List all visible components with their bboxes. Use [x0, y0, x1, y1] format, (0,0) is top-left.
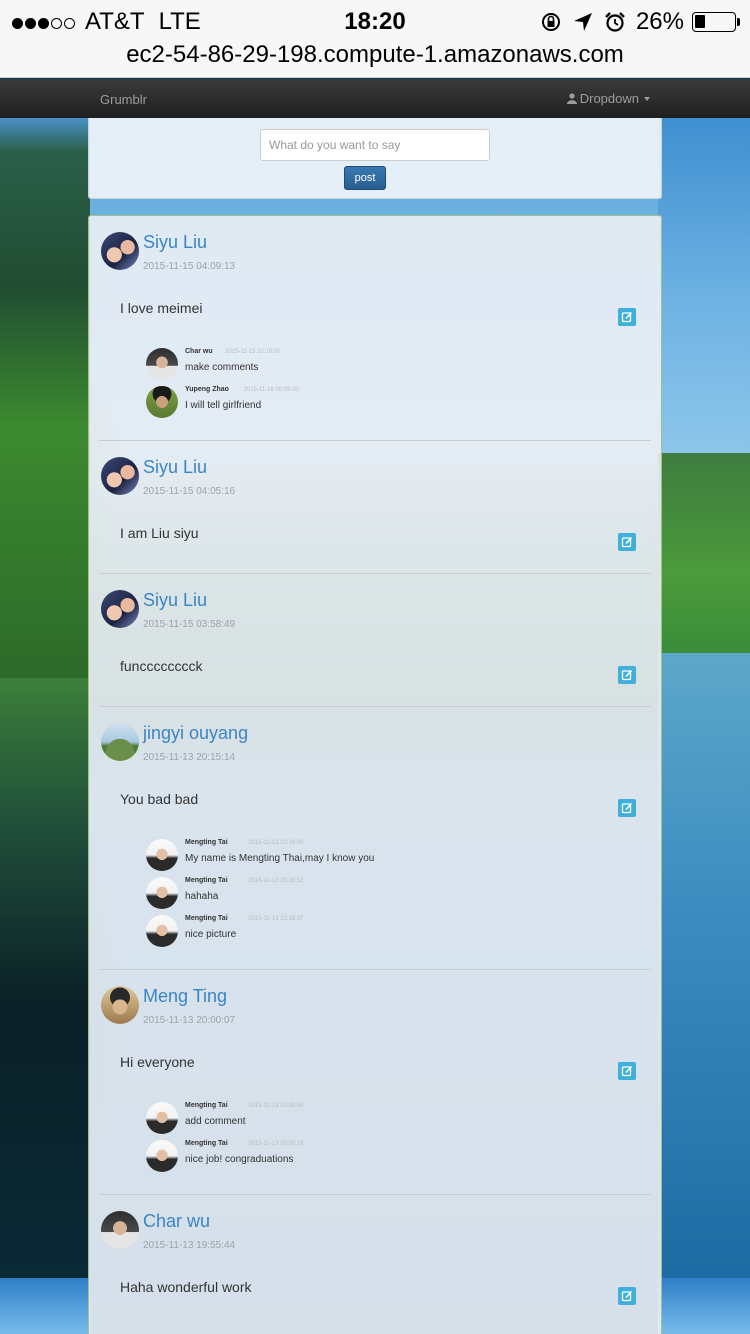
comment-author[interactable]: Mengting Tai — [185, 877, 228, 884]
comment-avatar[interactable] — [146, 1140, 178, 1172]
comment-item: Mengting Tai 2015-11-13 20:16:52 hahaha — [146, 877, 626, 911]
comment-avatar[interactable] — [146, 915, 178, 947]
edit-icon[interactable] — [618, 666, 636, 684]
avatar[interactable] — [101, 723, 139, 761]
post-item: Siyu Liu 2015-11-15 03:58:49 funcccccccck — [89, 574, 663, 707]
post-input[interactable] — [260, 129, 490, 161]
navbar: Grumblr Dropdown — [0, 79, 750, 118]
post-item: Siyu Liu 2015-11-15 04:09:13 I love meimei… — [89, 216, 663, 441]
comment-timestamp: 2015-11-13 20:30:16 — [248, 1141, 304, 1147]
post-item: Meng Ting 2015-11-13 20:00:07 Hi everyone M… — [89, 970, 663, 1195]
comment-avatar[interactable] — [146, 877, 178, 909]
post-text: I am Liu siyu — [120, 525, 199, 541]
post-text: Haha wonderful work — [120, 1279, 252, 1295]
post-author-link[interactable]: Siyu Liu — [143, 590, 207, 611]
avatar[interactable] — [101, 590, 139, 628]
user-dropdown[interactable]: Dropdown — [566, 91, 650, 106]
post-timestamp: 2015-11-13 20:00:07 — [143, 1015, 236, 1026]
comment-text: add comment — [185, 1116, 246, 1127]
avatar[interactable] — [101, 986, 139, 1024]
url-bar[interactable]: ec2-54-86-29-198.compute-1.amazonaws.com — [0, 40, 750, 78]
post-timestamp: 2015-11-15 03:58:49 — [143, 619, 236, 630]
comment-item: Mengting Tai 2015-11-13 22:16:37 nice pict… — [146, 915, 626, 949]
comment-author[interactable]: Mengting Tai — [185, 839, 228, 846]
post-timestamp: 2015-11-15 04:09:13 — [143, 261, 236, 272]
rotation-lock-icon — [541, 13, 560, 31]
comment-avatar[interactable] — [146, 348, 178, 380]
comment-timestamp: 2015-11-15 22:10:00 — [225, 349, 281, 355]
edit-icon[interactable] — [618, 1062, 636, 1080]
post-timestamp: 2015-11-15 04:05:16 — [143, 486, 236, 497]
comment-text: I will tell girlfriend — [185, 400, 262, 411]
comment-text: nice job! congraduations — [185, 1154, 294, 1165]
post-author-link[interactable]: Meng Ting — [143, 986, 227, 1007]
comment-item: Mengting Tai 2015-11-13 20:30:16 nice job!… — [146, 1140, 626, 1174]
avatar[interactable] — [101, 1211, 139, 1249]
post-text: Hi everyone — [120, 1054, 195, 1070]
comment-avatar[interactable] — [146, 1102, 178, 1134]
compose-panel: post — [88, 118, 662, 199]
comment-item: Char wu 2015-11-15 22:10:00 make comments — [146, 348, 626, 382]
comment-item: Mengting Tai 2015-11-13 20:16:00 My name i… — [146, 839, 626, 873]
post-button[interactable]: post — [344, 166, 386, 190]
post-item: Char wu 2015-11-13 19:55:44 Haha wonderful… — [89, 1195, 663, 1334]
avatar[interactable] — [101, 457, 139, 495]
post-item: Siyu Liu 2015-11-15 04:05:16 I am Liu siyu — [89, 441, 663, 574]
comment-text: make comments — [185, 362, 259, 373]
comment-timestamp: 2015-11-13 20:28:08 — [248, 1103, 304, 1109]
comment-author[interactable]: Mengting Tai — [185, 1102, 228, 1109]
user-icon — [566, 93, 577, 104]
post-author-link[interactable]: Siyu Liu — [143, 232, 207, 253]
brand-link[interactable]: Grumblr — [100, 92, 147, 107]
comment-avatar[interactable] — [146, 839, 178, 871]
comment-text: hahaha — [185, 891, 219, 902]
comment-text: nice picture — [185, 929, 237, 940]
comment-avatar[interactable] — [146, 386, 178, 418]
status-bar: AT&T LTE 18:20 26% — [0, 0, 750, 40]
comment-text: My name is Mengting Thai,may I know you — [185, 853, 375, 864]
comment-timestamp: 2015-11-13 22:16:37 — [248, 916, 304, 922]
avatar[interactable] — [101, 232, 139, 270]
feed: Siyu Liu 2015-11-15 04:09:13 I love meimei… — [88, 215, 662, 1334]
edit-icon[interactable] — [618, 799, 636, 817]
edit-icon[interactable] — [618, 1287, 636, 1305]
edit-icon[interactable] — [618, 533, 636, 551]
url-text: ec2-54-86-29-198.compute-1.amazonaws.com — [126, 41, 624, 68]
comment-author[interactable]: Mengting Tai — [185, 915, 228, 922]
comment-timestamp: 2015-11-13 20:16:52 — [248, 878, 304, 884]
comment-item: Mengting Tai 2015-11-13 20:28:08 add comme… — [146, 1102, 626, 1136]
comment-author[interactable]: Char wu — [185, 348, 213, 355]
edit-icon[interactable] — [618, 308, 636, 326]
post-timestamp: 2015-11-13 20:15:14 — [143, 752, 236, 763]
battery-percent: 26% — [635, 8, 684, 35]
comment-item: Yupeng Zhao 2015-11-16 00:09:00 I will tel… — [146, 386, 626, 420]
post-author-link[interactable]: Siyu Liu — [143, 457, 207, 478]
post-timestamp: 2015-11-13 19:55:44 — [143, 1240, 236, 1251]
post-text: funcccccccck — [120, 658, 203, 674]
post-text: I love meimei — [120, 300, 203, 316]
post-text: You bad bad — [120, 791, 199, 807]
dropdown-label: Dropdown — [579, 91, 639, 106]
comment-author[interactable]: Mengting Tai — [185, 1140, 228, 1147]
post-item: jingyi ouyang 2015-11-13 20:15:14 You bad … — [89, 707, 663, 970]
caret-down-icon — [644, 96, 650, 101]
battery-icon — [692, 12, 740, 32]
alarm-icon — [605, 12, 625, 32]
post-author-link[interactable]: Char wu — [143, 1211, 210, 1232]
location-arrow-icon — [573, 13, 592, 31]
comment-timestamp: 2015-11-16 00:09:00 — [243, 387, 299, 393]
post-author-link[interactable]: jingyi ouyang — [143, 723, 248, 744]
comment-timestamp: 2015-11-13 20:16:00 — [248, 840, 304, 846]
comment-author[interactable]: Yupeng Zhao — [185, 386, 229, 393]
